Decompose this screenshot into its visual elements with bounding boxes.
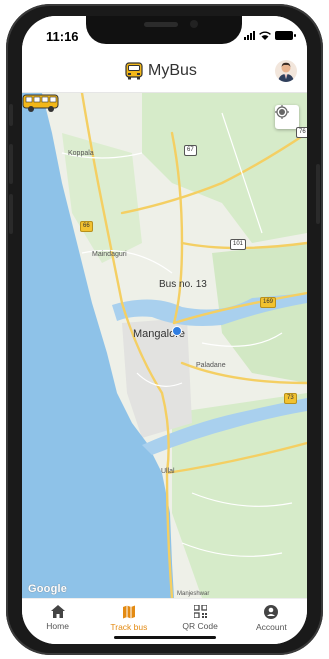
bus-logo-icon: [125, 62, 143, 80]
map-view[interactable]: Koppala Maindaguri Paladane Ullal Manjes…: [22, 93, 307, 598]
power-button: [316, 164, 320, 224]
notch: [86, 16, 242, 44]
map-icon: [122, 605, 135, 619]
route-76-shield: 76: [296, 127, 307, 138]
route-169-shield: 169: [260, 297, 277, 308]
app-title: MyBus: [148, 62, 197, 79]
volume-up-button: [9, 144, 13, 184]
route-67-shield: 67: [184, 145, 197, 156]
battery-icon: [275, 30, 296, 40]
my-location-icon: [275, 105, 289, 119]
map-canvas: [22, 93, 307, 598]
home-indicator[interactable]: [114, 636, 216, 639]
volume-down-button: [9, 194, 13, 234]
place-paladane: Paladane: [196, 362, 226, 369]
brand: MyBus: [124, 62, 197, 80]
google-attribution: Google: [28, 583, 68, 595]
tab-home-label: Home: [46, 621, 69, 631]
place-koppala: Koppala: [68, 150, 94, 157]
account-icon: [264, 605, 279, 619]
tab-account[interactable]: Account: [236, 599, 307, 644]
my-location-button[interactable]: [275, 105, 299, 129]
route-66-shield: 66: [80, 221, 93, 232]
tab-account-label: Account: [256, 622, 287, 632]
bus-marker-icon[interactable]: [22, 93, 60, 113]
app-screen: 11:16 MyBus Koppala Maindaguri Paladane …: [22, 16, 307, 644]
route-73-shield: 73: [284, 393, 297, 404]
user-avatar-icon[interactable]: [275, 60, 297, 82]
tab-home[interactable]: Home: [22, 599, 93, 644]
place-maindaguri: Maindaguri: [92, 251, 127, 258]
place-manjeshwar: Manjeshwar: [177, 591, 210, 597]
tab-track-bus-label: Track bus: [110, 622, 148, 632]
wifi-icon: [259, 31, 271, 40]
route-101-shield: 101: [230, 239, 247, 250]
status-time: 11:16: [46, 29, 79, 44]
bus-label: Bus no. 13: [159, 279, 207, 290]
status-icons: [244, 30, 296, 40]
qr-code-icon: [193, 605, 207, 618]
app-bar: MyBus: [22, 52, 307, 93]
place-ullal: Ullal: [161, 468, 175, 475]
home-icon: [50, 605, 65, 618]
signal-icon: [244, 30, 255, 40]
status-bar: 11:16: [22, 16, 307, 52]
tab-qr-code-label: QR Code: [182, 621, 218, 631]
current-location-dot: [172, 326, 182, 336]
silent-switch: [9, 104, 13, 126]
